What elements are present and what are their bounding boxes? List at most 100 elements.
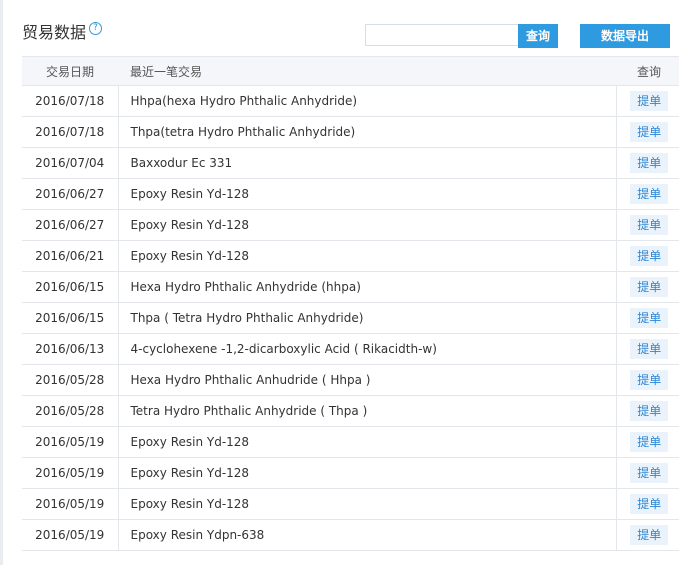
help-icon[interactable]: ? xyxy=(89,22,102,35)
query-cell: 提单 xyxy=(615,240,679,272)
trade-description: Hhpa(hexa Hydro Phthalic Anhydride) xyxy=(130,94,358,108)
search-input[interactable] xyxy=(365,24,518,46)
latest-trade-cell: Thpa(tetra Hydro Phthalic Anhydride) xyxy=(117,116,616,148)
table-row: 2016/06/15 Hexa Hydro Phthalic Anhydride … xyxy=(22,271,679,303)
trade-table: 交易日期 最近一笔交易 查询 2016/07/18 Hhpa(hexa Hydro… xyxy=(22,56,679,551)
bill-of-lading-button[interactable]: 提单 xyxy=(630,494,669,514)
bill-of-lading-button[interactable]: 提单 xyxy=(630,525,669,545)
latest-trade-cell: Baxxodur Ec 331 xyxy=(117,147,616,179)
latest-trade-cell: Epoxy Resin Yd-128 xyxy=(117,426,616,458)
table-body: 2016/07/18 Hhpa(hexa Hydro Phthalic Anhyd… xyxy=(22,85,679,551)
trade-date-cell: 2016/06/15 xyxy=(22,271,118,303)
trade-description: Tetra Hydro Phthalic Anhydride ( Thpa ) xyxy=(130,404,368,418)
query-cell: 提单 xyxy=(615,209,679,241)
trade-date-cell: 2016/05/19 xyxy=(22,426,118,458)
latest-trade-cell: Epoxy Resin Yd-128 xyxy=(117,457,616,489)
bill-of-lading-button[interactable]: 提单 xyxy=(630,432,669,452)
latest-trade-cell: Thpa ( Tetra Hydro Phthalic Anhydride) xyxy=(117,302,616,334)
query-cell: 提单 xyxy=(615,271,679,303)
latest-trade-cell: Epoxy Resin Yd-128 xyxy=(117,488,616,520)
table-row: 2016/07/18 Thpa(tetra Hydro Phthalic Anhy… xyxy=(22,116,679,148)
trade-date-cell: 2016/07/18 xyxy=(22,85,118,117)
bill-of-lading-button[interactable]: 提单 xyxy=(630,463,669,483)
trade-date-cell: 2016/05/19 xyxy=(22,519,118,551)
trade-description: Thpa(tetra Hydro Phthalic Anhydride) xyxy=(130,125,356,139)
latest-trade-cell: Epoxy Resin Yd-128 xyxy=(117,240,616,272)
export-data-button[interactable]: 数据导出 xyxy=(580,24,670,48)
trade-description: Epoxy Resin Yd-128 xyxy=(130,435,250,449)
trade-date-cell: 2016/05/28 xyxy=(22,364,118,396)
query-cell: 提单 xyxy=(615,395,679,427)
latest-trade-cell: Epoxy Resin Yd-128 xyxy=(117,178,616,210)
table-row: 2016/06/27 Epoxy Resin Yd-128 提单 xyxy=(22,209,679,241)
table-row: 2016/06/27 Epoxy Resin Yd-128 提单 xyxy=(22,178,679,210)
trade-description: Thpa ( Tetra Hydro Phthalic Anhydride) xyxy=(130,311,364,325)
trade-description: 4-cyclohexene -1,2-dicarboxylic Acid ( R… xyxy=(130,342,437,356)
bill-of-lading-button[interactable]: 提单 xyxy=(630,370,669,390)
trade-data-panel: 贸易数据 ? 查询 数据导出 交易日期 最近一笔交易 查询 2016/07/18… xyxy=(0,0,679,565)
trade-description: Hexa Hydro Phthalic Anhudride ( Hhpa ) xyxy=(130,373,371,387)
column-header-trade: 最近一笔交易 xyxy=(118,56,616,86)
table-row: 2016/05/19 Epoxy Resin Yd-128 提单 xyxy=(22,457,679,489)
left-divider xyxy=(0,0,3,565)
trade-description: Epoxy Resin Ydpn-638 xyxy=(130,528,265,542)
latest-trade-cell: Epoxy Resin Ydpn-638 xyxy=(117,519,616,551)
query-cell: 提单 xyxy=(615,147,679,179)
bill-of-lading-button[interactable]: 提单 xyxy=(630,308,669,328)
latest-trade-cell: Epoxy Resin Yd-128 xyxy=(117,209,616,241)
trade-date-cell: 2016/06/21 xyxy=(22,240,118,272)
query-cell: 提单 xyxy=(615,178,679,210)
trade-date-cell: 2016/07/04 xyxy=(22,147,118,179)
table-row: 2016/05/28 Tetra Hydro Phthalic Anhydride… xyxy=(22,395,679,427)
bill-of-lading-button[interactable]: 提单 xyxy=(630,91,669,111)
bill-of-lading-button[interactable]: 提单 xyxy=(630,122,669,142)
query-cell: 提单 xyxy=(615,333,679,365)
query-cell: 提单 xyxy=(615,364,679,396)
table-row: 2016/05/19 Epoxy Resin Ydpn-638 提单 xyxy=(22,519,679,551)
trade-date-cell: 2016/05/28 xyxy=(22,395,118,427)
query-cell: 提单 xyxy=(615,302,679,334)
bill-of-lading-button[interactable]: 提单 xyxy=(630,339,669,359)
search-button[interactable]: 查询 xyxy=(518,24,558,48)
table-row: 2016/05/28 Hexa Hydro Phthalic Anhudride … xyxy=(22,364,679,396)
trade-date-cell: 2016/05/19 xyxy=(22,457,118,489)
bill-of-lading-button[interactable]: 提单 xyxy=(630,184,669,204)
trade-date-cell: 2016/06/27 xyxy=(22,209,118,241)
trade-description: Epoxy Resin Yd-128 xyxy=(130,187,250,201)
trade-description: Epoxy Resin Yd-128 xyxy=(130,218,250,232)
query-cell: 提单 xyxy=(615,457,679,489)
query-cell: 提单 xyxy=(615,426,679,458)
bill-of-lading-button[interactable]: 提单 xyxy=(630,246,669,266)
trade-description: Hexa Hydro Phthalic Anhydride (hhpa) xyxy=(130,280,361,294)
bill-of-lading-button[interactable]: 提单 xyxy=(630,277,669,297)
table-row: 2016/07/18 Hhpa(hexa Hydro Phthalic Anhyd… xyxy=(22,85,679,117)
trade-description: Epoxy Resin Yd-128 xyxy=(130,249,250,263)
trade-date-cell: 2016/06/13 xyxy=(22,333,118,365)
query-cell: 提单 xyxy=(615,488,679,520)
trade-date-cell: 2016/06/15 xyxy=(22,302,118,334)
trade-date-cell: 2016/07/18 xyxy=(22,116,118,148)
trade-description: Epoxy Resin Yd-128 xyxy=(130,466,250,480)
trade-date-cell: 2016/05/19 xyxy=(22,488,118,520)
query-cell: 提单 xyxy=(615,85,679,117)
column-header-query: 查询 xyxy=(616,56,679,86)
trade-description: Epoxy Resin Yd-128 xyxy=(130,497,250,511)
table-row: 2016/06/13 4-cyclohexene -1,2-dicarboxyli… xyxy=(22,333,679,365)
table-row: 2016/06/21 Epoxy Resin Yd-128 提单 xyxy=(22,240,679,272)
bill-of-lading-button[interactable]: 提单 xyxy=(630,401,669,421)
table-row: 2016/05/19 Epoxy Resin Yd-128 提单 xyxy=(22,488,679,520)
column-header-date: 交易日期 xyxy=(22,56,118,86)
table-header-row: 交易日期 最近一笔交易 查询 xyxy=(22,56,679,86)
trade-description: Baxxodur Ec 331 xyxy=(130,156,233,170)
table-row: 2016/07/04 Baxxodur Ec 331 提单 xyxy=(22,147,679,179)
latest-trade-cell: Tetra Hydro Phthalic Anhydride ( Thpa ) xyxy=(117,395,616,427)
bill-of-lading-button[interactable]: 提单 xyxy=(630,215,669,235)
latest-trade-cell: Hhpa(hexa Hydro Phthalic Anhydride) xyxy=(117,85,616,117)
latest-trade-cell: Hexa Hydro Phthalic Anhydride (hhpa) xyxy=(117,271,616,303)
latest-trade-cell: Hexa Hydro Phthalic Anhudride ( Hhpa ) xyxy=(117,364,616,396)
query-cell: 提单 xyxy=(615,519,679,551)
table-row: 2016/06/15 Thpa ( Tetra Hydro Phthalic An… xyxy=(22,302,679,334)
bill-of-lading-button[interactable]: 提单 xyxy=(630,153,669,173)
table-row: 2016/05/19 Epoxy Resin Yd-128 提单 xyxy=(22,426,679,458)
trade-date-cell: 2016/06/27 xyxy=(22,178,118,210)
